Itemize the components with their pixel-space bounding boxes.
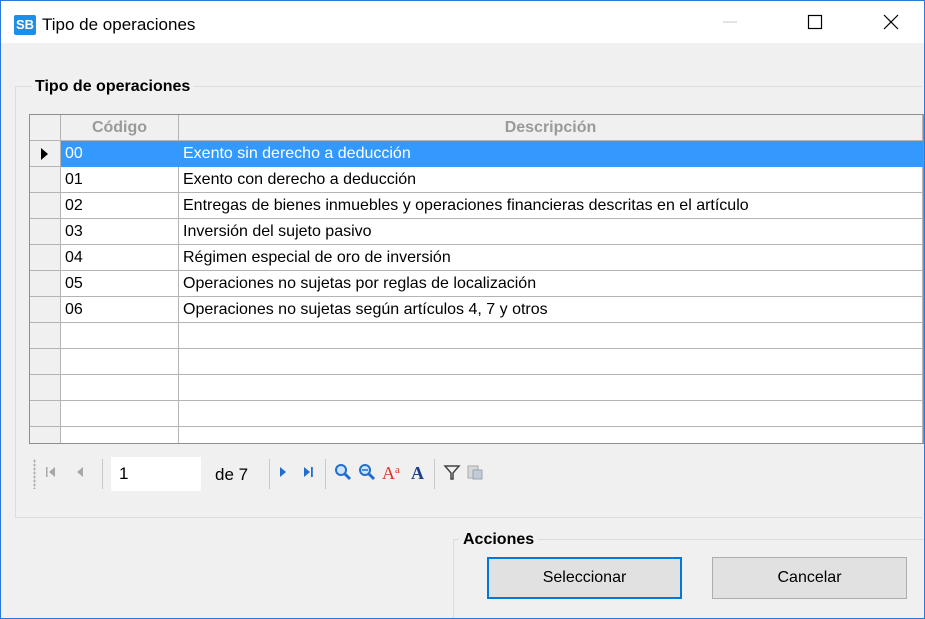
description-cell[interactable] [179,323,923,349]
row-indicator-cell[interactable] [30,193,61,219]
description-cell[interactable] [179,427,923,443]
code-cell[interactable] [61,427,179,443]
current-row-arrow-icon [41,148,48,160]
header-indicator-cell [30,115,61,141]
svg-text:a: a [395,464,400,476]
toolbar-separator [269,459,270,489]
code-cell[interactable] [61,349,179,375]
code-cell[interactable]: 06 [61,297,179,323]
table-row[interactable] [30,323,923,349]
close-button[interactable] [868,1,914,43]
app-logo-icon: SB [14,15,36,35]
font-decrease-icon[interactable]: A [409,461,429,488]
description-cell[interactable]: Operaciones no sujetas por reglas de loc… [179,271,923,297]
table-row[interactable]: 01 Exento con derecho a deducción [30,167,923,193]
table-row[interactable] [30,349,923,375]
row-indicator-cell[interactable] [30,427,61,443]
page-count-label: de 7 [215,465,249,484]
column-header-code[interactable]: Código [61,115,179,141]
code-cell[interactable]: 05 [61,271,179,297]
row-indicator-cell[interactable] [30,375,61,401]
description-cell[interactable]: Exento sin derecho a deducción [179,141,923,167]
minimize-icon [723,21,737,23]
select-button[interactable]: Seleccionar [487,557,682,599]
row-indicator-cell[interactable] [30,297,61,323]
toolbar-separator [102,459,103,489]
last-page-icon[interactable] [301,462,317,487]
close-icon [883,14,899,30]
description-cell[interactable] [179,401,923,427]
column-header-description[interactable]: Descripción [179,115,923,141]
next-page-icon[interactable] [275,462,291,487]
table-row[interactable] [30,427,923,443]
table-row[interactable] [30,401,923,427]
code-cell[interactable]: 04 [61,245,179,271]
title-bar: SB Tipo de operaciones [1,1,924,43]
row-indicator-cell[interactable] [30,271,61,297]
description-cell[interactable]: Entregas de bienes inmuebles y operacion… [179,193,923,219]
code-cell[interactable]: 02 [61,193,179,219]
window-title: Tipo de operaciones [42,15,196,34]
toolbar-separator [434,459,435,489]
toolbar-separator [325,459,326,489]
table-row[interactable]: 02 Entregas de bienes inmuebles y operaci… [30,193,923,219]
code-cell[interactable]: 00 [61,141,179,167]
row-indicator-cell[interactable] [30,323,61,349]
code-cell[interactable]: 01 [61,167,179,193]
cancel-button[interactable]: Cancelar [712,557,907,599]
dialog-window: SB Tipo de operaciones Tipo de operacion… [0,0,925,619]
actions-group-title: Acciones [459,530,539,550]
grid-navigator-toolbar: 1 de 7 Aa A [29,453,922,495]
previous-page-icon[interactable] [73,462,89,487]
description-cell[interactable]: Exento con derecho a deducción [179,167,923,193]
description-cell[interactable]: Operaciones no sujetas según artículos 4… [179,297,923,323]
description-cell[interactable]: Inversión del sujeto pasivo [179,219,923,245]
svg-text:A: A [411,463,424,483]
export-icon[interactable] [465,462,485,487]
table-row[interactable]: 04 Régimen especial de oro de inversión [30,245,923,271]
maximize-button[interactable] [792,1,838,43]
description-cell[interactable] [179,375,923,401]
code-cell[interactable] [61,323,179,349]
row-indicator-cell[interactable] [30,349,61,375]
row-indicator-cell[interactable] [30,141,61,167]
operations-grid[interactable]: Código Descripción 00 Exento sin derecho … [29,114,924,444]
page-number-input[interactable]: 1 [111,457,201,491]
zoom-out-icon[interactable] [357,462,377,487]
maximize-icon [807,14,823,30]
font-increase-icon[interactable]: Aa [381,461,407,488]
row-indicator-cell[interactable] [30,167,61,193]
table-row[interactable]: 03 Inversión del sujeto pasivo [30,219,923,245]
operations-group-title: Tipo de operaciones [32,77,194,97]
code-cell[interactable] [61,401,179,427]
grid-header-row: Código Descripción [30,115,923,141]
table-row[interactable] [30,375,923,401]
description-cell[interactable] [179,349,923,375]
code-cell[interactable] [61,375,179,401]
table-row[interactable]: 05 Operaciones no sujetas por reglas de l… [30,271,923,297]
first-page-icon[interactable] [43,462,59,487]
description-cell[interactable]: Régimen especial de oro de inversión [179,245,923,271]
filter-icon[interactable] [443,462,461,487]
row-indicator-cell[interactable] [30,245,61,271]
minimize-button[interactable] [707,1,753,43]
code-cell[interactable]: 03 [61,219,179,245]
zoom-in-icon[interactable] [333,462,353,487]
toolbar-grip[interactable] [33,459,36,489]
table-row[interactable]: 00 Exento sin derecho a deducción [30,141,923,167]
row-indicator-cell[interactable] [30,401,61,427]
svg-text:A: A [382,463,395,483]
table-row[interactable]: 06 Operaciones no sujetas según artículos… [30,297,923,323]
row-indicator-cell[interactable] [30,219,61,245]
